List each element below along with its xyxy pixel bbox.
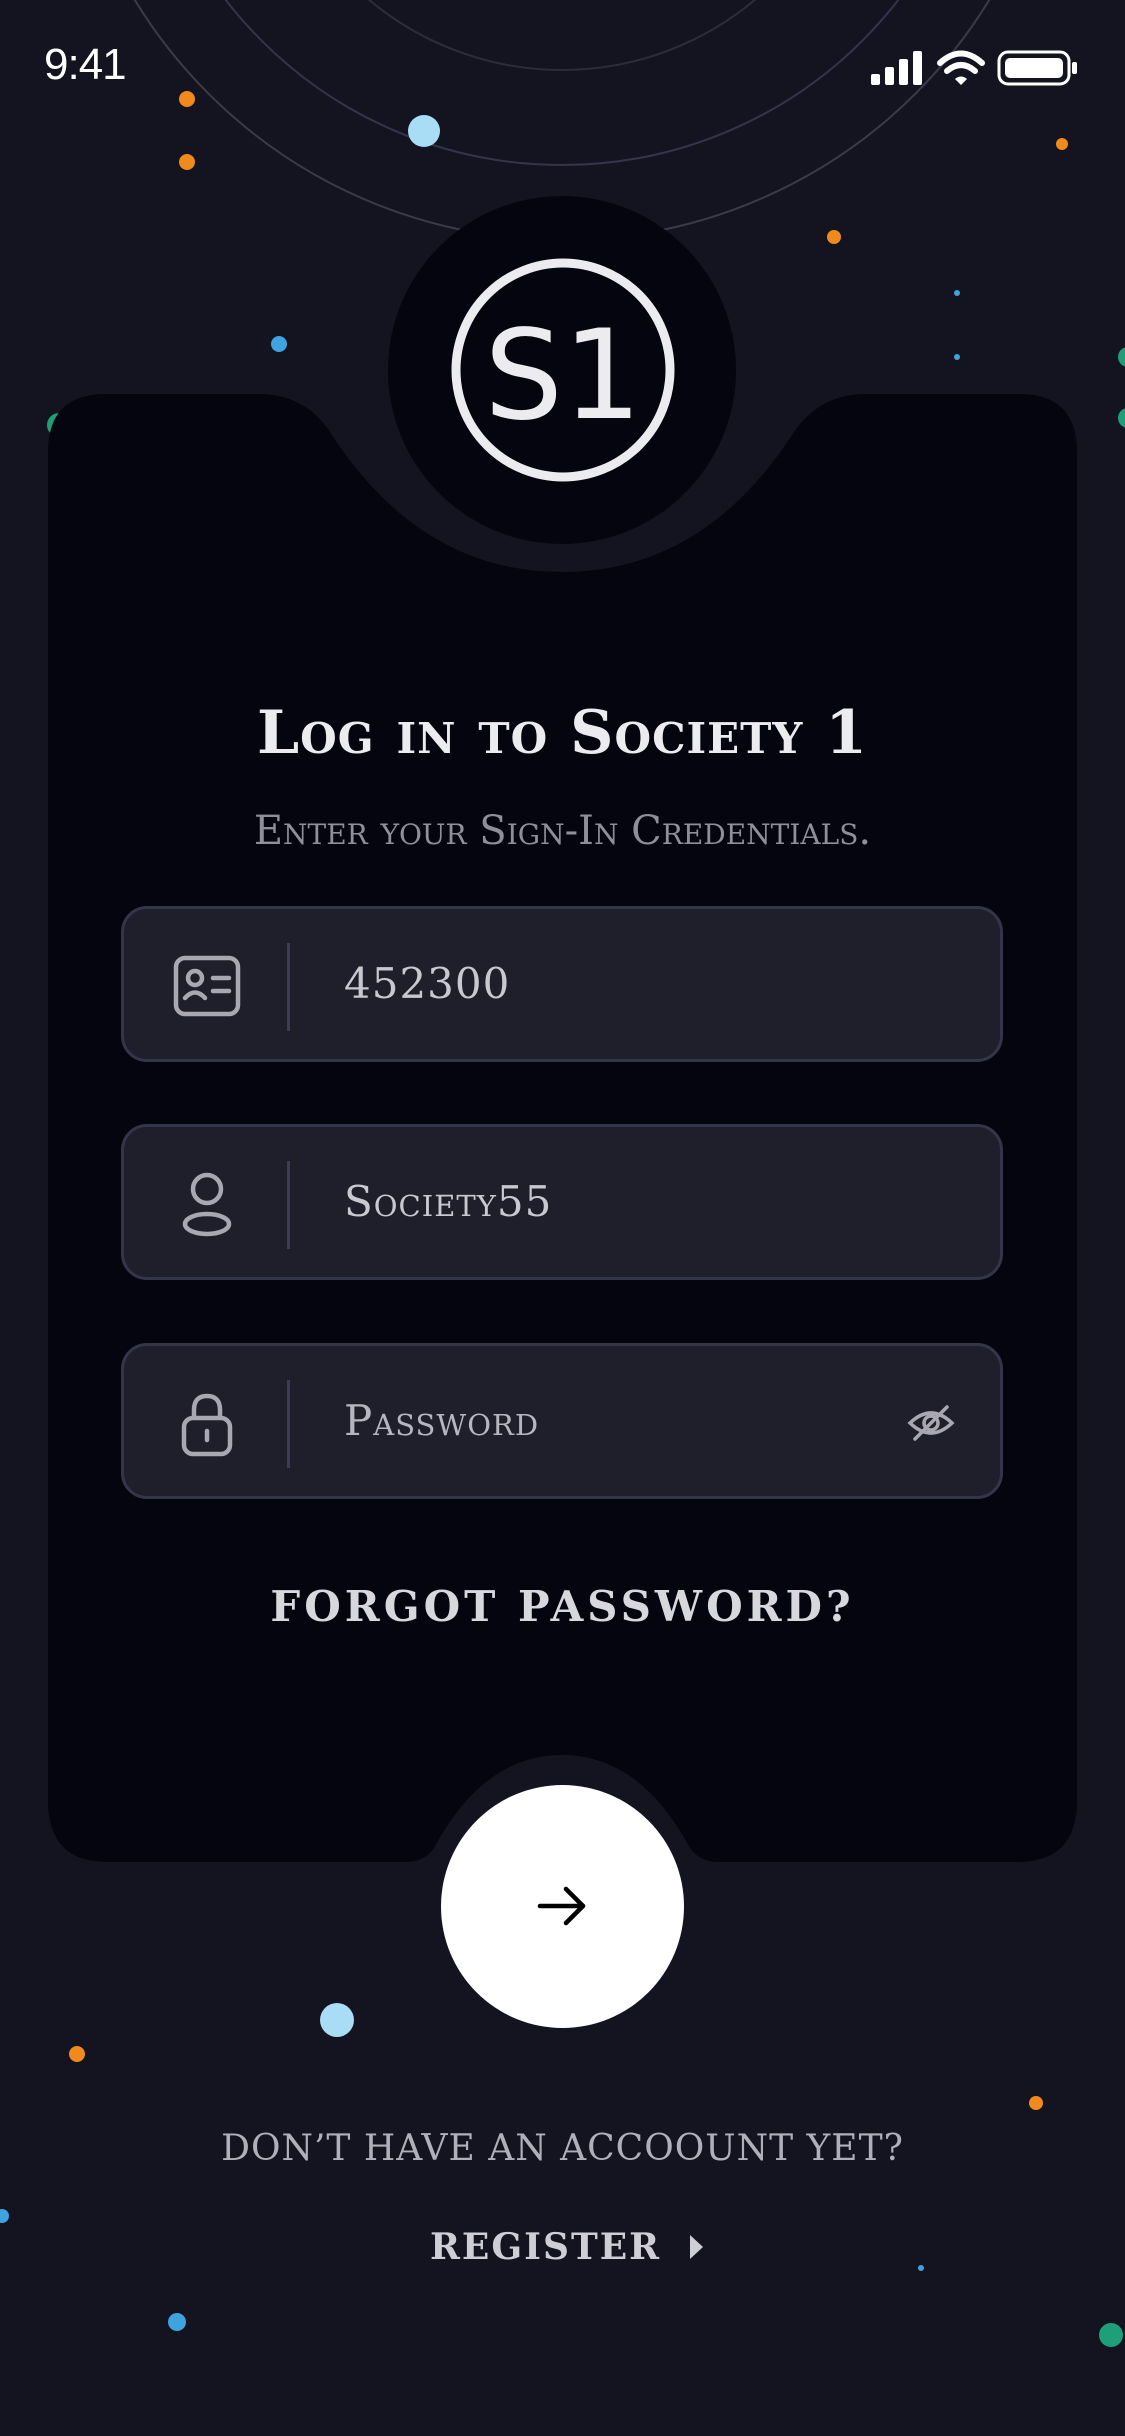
lock-icon bbox=[181, 1393, 233, 1457]
forgot-password-link[interactable]: FORGOT PASSWORD? bbox=[0, 1582, 1125, 1631]
member-id-value[interactable]: 452300 bbox=[344, 909, 510, 1059]
page-title: Log in to Society 1 bbox=[256, 698, 869, 768]
member-id-field[interactable]: 452300 bbox=[121, 906, 1003, 1062]
username-field[interactable]: Society55 bbox=[121, 1124, 1003, 1280]
field-divider bbox=[287, 1380, 290, 1468]
id-card-icon bbox=[173, 955, 241, 1017]
status-icons bbox=[871, 50, 1077, 86]
arrow-right-icon bbox=[537, 1886, 586, 1926]
caret-right-icon bbox=[690, 2235, 704, 2259]
no-account-text: DON’T HAVE AN ACCOOUNT YET? bbox=[221, 2128, 904, 2169]
wifi-icon bbox=[937, 50, 985, 85]
user-icon bbox=[182, 1172, 232, 1237]
field-divider bbox=[287, 943, 290, 1031]
society-logo: S1 bbox=[451, 258, 675, 482]
username-value[interactable]: Society55 bbox=[344, 1127, 552, 1277]
eye-off-icon[interactable] bbox=[906, 1398, 956, 1448]
status-time: 9:41 bbox=[44, 40, 127, 89]
password-input[interactable]: Password bbox=[344, 1346, 539, 1496]
password-field[interactable]: Password bbox=[121, 1343, 1003, 1499]
battery-icon bbox=[997, 50, 1077, 86]
register-link[interactable]: REGISTER bbox=[430, 2222, 707, 2272]
submit-button[interactable] bbox=[441, 1785, 684, 2028]
signal-icon bbox=[871, 51, 922, 85]
logo-text: S1 bbox=[484, 304, 642, 448]
register-label: REGISTER bbox=[430, 2226, 662, 2268]
field-divider bbox=[287, 1161, 290, 1249]
page-subtitle: Enter your Sign-In Credentials. bbox=[253, 808, 872, 854]
login-screen: 9:41 S1 Log in to Society 1 Enter your S… bbox=[0, 0, 1125, 2436]
